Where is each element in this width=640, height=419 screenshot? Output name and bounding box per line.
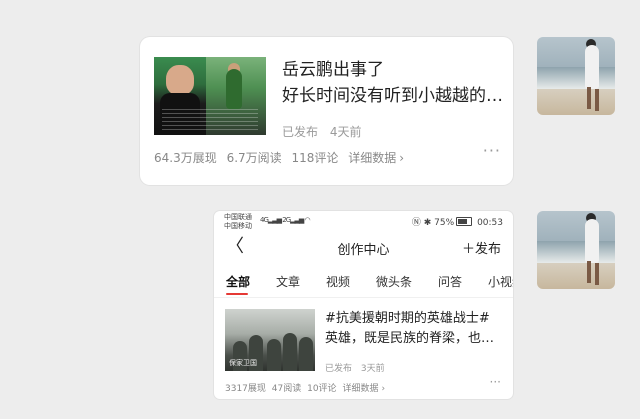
publish-button[interactable]: ＋发布 xyxy=(462,238,501,257)
details-link[interactable]: 详细数据 xyxy=(348,151,396,165)
soldier-figure xyxy=(267,339,281,371)
avatar-person-legs xyxy=(587,87,591,109)
thumb-face xyxy=(166,65,194,95)
tab-qa[interactable]: 问答 xyxy=(438,273,462,290)
avatar[interactable] xyxy=(537,37,615,115)
content-tabs: 全部 文章 视频 微头条 问答 小视频 xyxy=(214,269,513,298)
avatar-sea xyxy=(537,67,615,89)
soldier-figure xyxy=(283,333,297,371)
chevron-right-icon[interactable]: › xyxy=(381,384,385,394)
tab-micro-headlines[interactable]: 微头条 xyxy=(376,273,412,290)
article-message-card-1[interactable]: 岳云鹏出事了 好长时间没有听到小越越的消息了 已发布 4天前 64.3万展现 6… xyxy=(140,37,513,185)
battery-percent: 75% xyxy=(434,218,455,228)
reads-count: 6.7万阅读 xyxy=(226,151,282,165)
comments-count: 10评论 xyxy=(307,384,337,394)
tab-all[interactable]: 全部 xyxy=(226,273,250,290)
network-type-2: 2G xyxy=(282,216,291,224)
impressions-count: 64.3万展现 xyxy=(154,151,217,165)
carrier-labels: 中国联通 中国移动 xyxy=(224,213,252,231)
nfc-icon: Ⓝ xyxy=(411,218,421,228)
thumb-text-lines xyxy=(162,109,258,133)
impressions-count: 3317展现 xyxy=(225,384,266,394)
bluetooth-icon: ✱ xyxy=(423,218,432,228)
article-title-2-line-2: 英雄，既是民族的脊梁，也是一个国家的象征 xyxy=(325,331,505,346)
phone-status-bar: 中国联通 中国移动 4G▂▃▅ 2G▂▃▅ ◠ Ⓝ ✱ 75% 00:53 xyxy=(214,211,513,231)
details-link[interactable]: 详细数据 xyxy=(342,384,378,394)
article-thumbnail-1[interactable] xyxy=(154,57,266,135)
article-title-line-2: 好长时间没有听到小越越的消息了 xyxy=(282,86,507,106)
screenshot-message-card[interactable]: 中国联通 中国移动 4G▂▃▅ 2G▂▃▅ ◠ Ⓝ ✱ 75% 00:53 〈 … xyxy=(214,211,513,399)
active-tab-indicator xyxy=(226,293,248,295)
article-title-2[interactable]: #抗美援朝时期的英雄战士# 英雄，既是民族的脊梁，也是一个国家的象征 xyxy=(325,309,505,349)
clock: 00:53 xyxy=(477,218,503,228)
avatar-person-legs xyxy=(587,261,591,283)
article-title-1[interactable]: 岳云鹏出事了 好长时间没有听到小越越的消息了 xyxy=(282,57,507,109)
tab-videos[interactable]: 视频 xyxy=(326,273,350,290)
publish-status: 已发布 xyxy=(282,125,319,139)
article-title-2-line-1: #抗美援朝时期的英雄战士# xyxy=(325,311,490,326)
avatar-person xyxy=(585,45,599,89)
carrier-2: 中国移动 xyxy=(224,222,252,230)
article-meta-1: 已发布 4天前 xyxy=(282,123,361,140)
more-icon[interactable]: ··· xyxy=(490,375,501,389)
article-thumbnail-2[interactable]: 保家卫国 xyxy=(225,309,315,371)
publish-time: 3天前 xyxy=(360,364,385,374)
article-meta-2: 已发布 3天前 xyxy=(325,361,385,374)
chevron-right-icon[interactable]: › xyxy=(399,151,404,165)
reads-count: 47阅读 xyxy=(271,384,302,394)
publish-time: 4天前 xyxy=(329,125,362,139)
avatar[interactable] xyxy=(537,211,615,289)
thumb-kid xyxy=(226,69,242,109)
soldier-figure xyxy=(299,337,313,371)
comments-count: 118评论 xyxy=(291,151,339,165)
publish-status: 已发布 xyxy=(325,364,353,374)
more-icon[interactable]: ··· xyxy=(483,141,501,160)
tab-short-videos[interactable]: 小视频 xyxy=(488,273,513,290)
tab-articles[interactable]: 文章 xyxy=(276,273,300,290)
thumb-caption: 保家卫国 xyxy=(229,359,257,367)
avatar-sea xyxy=(537,241,615,263)
article-stats-1: 64.3万展现 6.7万阅读 118评论 详细数据 › xyxy=(154,149,410,166)
article-title-line-1: 岳云鹏出事了 xyxy=(282,60,384,80)
network-type-1: 4G xyxy=(260,216,269,224)
signal-icon: 4G▂▃▅ 2G▂▃▅ ◠ xyxy=(260,216,311,224)
avatar-person xyxy=(585,219,599,263)
status-right: Ⓝ ✱ 75% 00:53 xyxy=(412,215,503,228)
carrier-1: 中国联通 xyxy=(224,213,252,221)
battery-icon xyxy=(456,217,473,226)
creator-center-header: 〈 创作中心 ＋发布 xyxy=(214,233,513,263)
wifi-icon: ◠ xyxy=(304,216,311,224)
article-stats-2: 3317展现 47阅读 10评论 详细数据 › xyxy=(225,381,388,394)
